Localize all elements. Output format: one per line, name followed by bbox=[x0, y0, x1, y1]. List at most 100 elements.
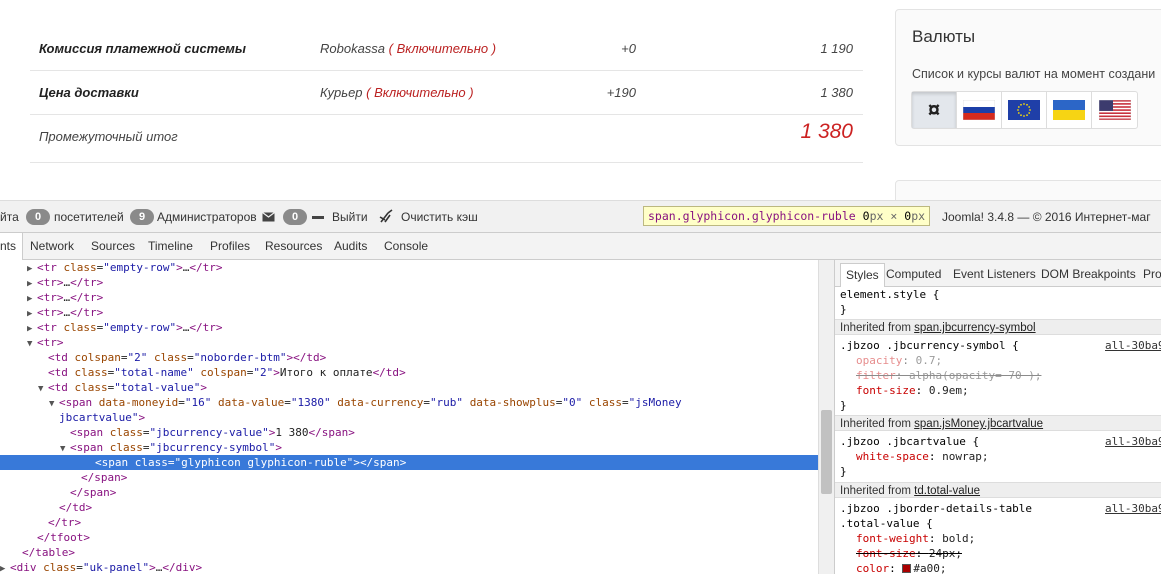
stylesheet-link[interactable]: all-30ba9 bbox=[1105, 338, 1161, 353]
prop-value: 0.7; bbox=[915, 354, 943, 367]
flag-us-icon bbox=[1098, 100, 1131, 120]
selector-text: .jbzoo .jborder-details-table bbox=[840, 502, 1033, 515]
tab-elements[interactable]: nts bbox=[0, 233, 24, 260]
dom-node-line[interactable]: ▼ <tr> bbox=[0, 335, 818, 350]
css-property[interactable]: color: #a00; bbox=[840, 561, 1161, 574]
dom-node-line[interactable]: <td colspan="2" class="noborder-btm"></t… bbox=[0, 350, 818, 365]
tab-network[interactable]: Network bbox=[30, 239, 74, 253]
rule-selector[interactable]: .jbzoo .jbcartvalue {all-30ba9 bbox=[840, 434, 1161, 449]
inherited-element-link[interactable]: span.jsMoney.jbcartvalue bbox=[914, 418, 1043, 430]
prop-value: nowrap; bbox=[942, 450, 989, 463]
flag-ua-icon bbox=[1053, 100, 1085, 120]
tab-sources[interactable]: Sources bbox=[91, 239, 135, 253]
prop-name: font-size bbox=[856, 547, 916, 560]
dom-node-line[interactable]: <td class="total-name" colspan="2">Итого… bbox=[0, 365, 818, 380]
dom-node-markup: <td colspan="2" class="noborder-btm"></t… bbox=[48, 351, 327, 364]
currency-button-eur[interactable] bbox=[1002, 92, 1047, 128]
tab-audits[interactable]: Audits bbox=[334, 239, 367, 253]
stylesheet-link[interactable]: all-30ba9 bbox=[1105, 501, 1161, 516]
dom-node-line[interactable]: ▶ <div class="uk-panel">…</div> bbox=[0, 560, 818, 574]
dom-node-line[interactable]: ▶ <tr class="empty-row">…</tr> bbox=[0, 320, 818, 335]
expand-triangle-closed-icon[interactable]: ▶ bbox=[0, 562, 10, 574]
rule-close: } bbox=[840, 399, 847, 412]
tab-styles[interactable]: Styles bbox=[840, 263, 885, 287]
logout-link[interactable]: Выйти bbox=[332, 210, 368, 224]
css-property[interactable]: white-space: nowrap; bbox=[840, 449, 1161, 464]
dom-node-line[interactable]: ▶ <tr>…</tr> bbox=[0, 305, 818, 320]
prop-name: filter bbox=[856, 369, 896, 382]
tab-resources[interactable]: Resources bbox=[265, 239, 322, 253]
order-row-delivery: Цена доставки Курьер ( Включительно ) +1… bbox=[30, 71, 863, 115]
inherited-element-link[interactable]: span.jbcurrency-symbol bbox=[914, 322, 1035, 334]
currency-button-rub[interactable] bbox=[957, 92, 1002, 128]
included-label: ( Включительно ) bbox=[366, 85, 474, 100]
dom-node-line[interactable]: ▼ <td class="total-value"> bbox=[0, 380, 818, 395]
elements-scrollbar[interactable] bbox=[818, 260, 834, 574]
flag-eu-icon bbox=[1008, 100, 1040, 120]
prop-name: font-weight bbox=[856, 532, 929, 545]
dom-node-line[interactable]: </span> bbox=[0, 470, 818, 485]
dom-node-line[interactable]: </td> bbox=[0, 500, 818, 515]
dom-node-line[interactable]: ▼ <span data-moneyid="16" data-value="138… bbox=[0, 395, 818, 410]
css-property-overridden[interactable]: filter: alpha(opacity= 70 ); bbox=[840, 368, 1161, 383]
css-property[interactable]: font-size: 0.9em; bbox=[840, 383, 1161, 398]
admins-label: Администраторов bbox=[157, 210, 257, 224]
devtools-panel: nts Network Sources Timeline Profiles Re… bbox=[0, 232, 1161, 574]
currency-button-usd[interactable] bbox=[1092, 92, 1137, 128]
dom-node-markup: <tr class="empty-row">…</tr> bbox=[37, 321, 223, 334]
flag-ru-icon bbox=[963, 100, 995, 120]
prop-value: 24px; bbox=[928, 547, 962, 560]
dom-node-markup: <div class="uk-panel">…</div> bbox=[10, 561, 203, 574]
currency-button-uah[interactable] bbox=[1047, 92, 1092, 128]
tab-computed[interactable]: Computed bbox=[886, 267, 941, 281]
stylesheet-link[interactable]: all-30ba9 bbox=[1105, 434, 1161, 449]
css-property[interactable]: opacity: 0.7; bbox=[840, 353, 1161, 368]
element-style-rule[interactable]: element.style { bbox=[840, 287, 1161, 302]
tab-dom-breakpoints[interactable]: DOM Breakpoints bbox=[1041, 267, 1136, 281]
prop-value: alpha(opacity= 70 ); bbox=[909, 369, 1042, 382]
dom-node-line[interactable]: ▶ <tr>…</tr> bbox=[0, 290, 818, 305]
mail-icon[interactable] bbox=[262, 212, 275, 222]
dom-node-selected[interactable]: <span class="glyphicon glyphicon-ruble">… bbox=[0, 455, 818, 470]
tooltip-width: 0 bbox=[862, 209, 870, 223]
inherited-header: Inherited from span.jbcurrency-symbol bbox=[835, 319, 1161, 335]
dom-node-line[interactable]: jbcartvalue"> bbox=[0, 410, 818, 425]
dom-node-line[interactable]: ▶ <tr class="empty-row">…</tr> bbox=[0, 260, 818, 275]
css-property-overridden[interactable]: font-size: 24px; bbox=[840, 546, 1161, 561]
tooltip-unit: px bbox=[869, 209, 884, 223]
tab-timeline[interactable]: Timeline bbox=[148, 239, 193, 253]
rule-selector[interactable]: .jbzoo .jbcurrency-symbol { all-30ba9 bbox=[840, 338, 1161, 353]
rule-selector[interactable]: .jbzoo .jborder-details-table all-30ba9 bbox=[840, 501, 1161, 516]
tab-profiles[interactable]: Profiles bbox=[210, 239, 250, 253]
dom-node-markup: <tr>…</tr> bbox=[37, 276, 104, 289]
inherited-label: Inherited from bbox=[840, 322, 911, 334]
styles-pane: Styles Computed Event Listeners DOM Brea… bbox=[834, 260, 1161, 574]
dom-node-line[interactable]: </span> bbox=[0, 485, 818, 500]
selector-text: .jbzoo .jbcurrency-symbol { bbox=[840, 339, 1019, 352]
dom-node-line[interactable]: <span class="jbcurrency-value">1 380</sp… bbox=[0, 425, 818, 440]
dom-node-markup: </span> bbox=[81, 471, 128, 484]
dom-node-line[interactable]: </table> bbox=[0, 545, 818, 560]
color-swatch[interactable] bbox=[902, 564, 912, 573]
tab-properties[interactable]: Pro bbox=[1143, 267, 1161, 281]
row-total: 1 380 bbox=[820, 85, 853, 100]
css-property[interactable]: font-weight: bold; bbox=[840, 531, 1161, 546]
dom-node-line[interactable]: </tfoot> bbox=[0, 530, 818, 545]
dom-node-line[interactable]: ▶ <tr>…</tr> bbox=[0, 275, 818, 290]
scroll-thumb[interactable] bbox=[821, 410, 832, 494]
clear-cache-link[interactable]: Очистить кэш bbox=[401, 210, 478, 224]
tab-console[interactable]: Console bbox=[384, 239, 428, 253]
dom-node-markup: <span class="jbcurrency-symbol"> bbox=[70, 441, 282, 454]
site-link-fragment[interactable]: йта bbox=[0, 210, 19, 224]
dom-node-markup: <td class="total-name" colspan="2">Итого… bbox=[48, 366, 406, 379]
order-row-subtotal: Промежуточный итог 1 380 bbox=[30, 115, 863, 163]
row-delta: +0 bbox=[621, 41, 636, 56]
currency-button-generic[interactable]: ¤ bbox=[912, 92, 957, 128]
dom-node-line[interactable]: </tr> bbox=[0, 515, 818, 530]
inherited-element-link[interactable]: td.total-value bbox=[914, 485, 980, 497]
dom-node-line[interactable]: ▼ <span class="jbcurrency-symbol"> bbox=[0, 440, 818, 455]
prop-name: opacity bbox=[856, 354, 903, 367]
rule-close: } bbox=[840, 465, 847, 478]
tab-event-listeners[interactable]: Event Listeners bbox=[953, 267, 1036, 281]
admin-status-bar: йта 0 посетителей 9 Администраторов 0 Вы… bbox=[0, 200, 1161, 232]
